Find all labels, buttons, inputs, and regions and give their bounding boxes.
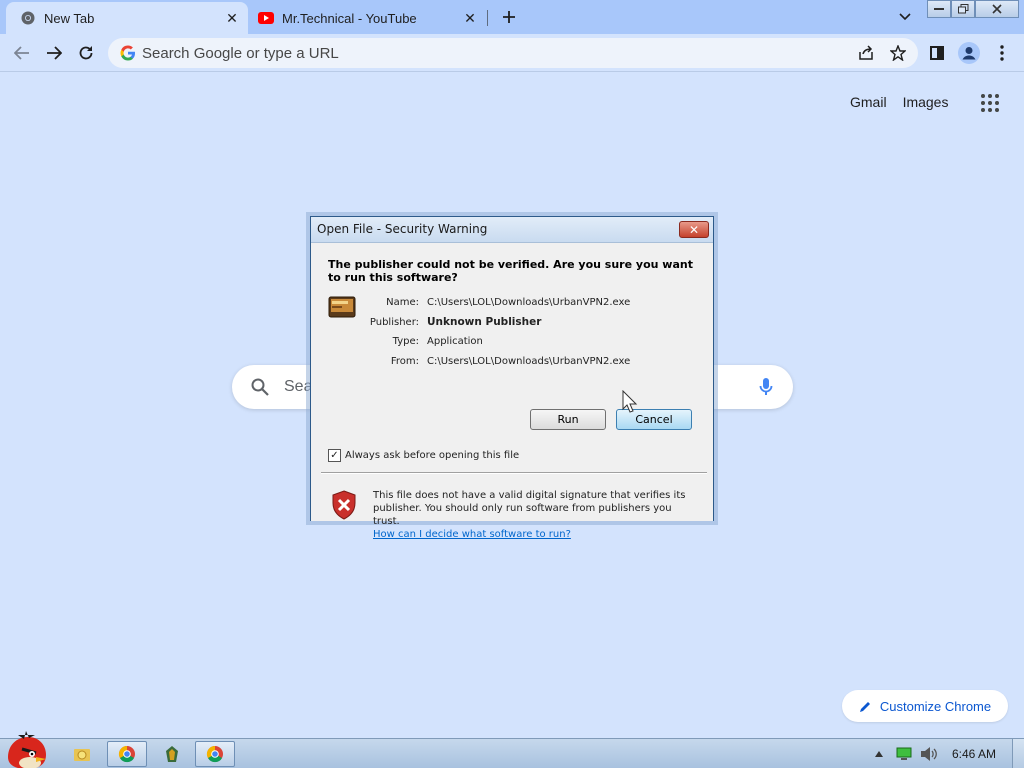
chevron-down-icon bbox=[899, 13, 911, 21]
info-row-type: Type: Application bbox=[361, 332, 630, 352]
window-close-button[interactable] bbox=[975, 0, 1019, 18]
application-icon bbox=[328, 296, 356, 318]
window-controls bbox=[927, 0, 1019, 18]
minimize-button[interactable] bbox=[927, 0, 951, 18]
field-label: Publisher: bbox=[369, 316, 419, 328]
taskbar-chrome-item-2[interactable] bbox=[195, 741, 235, 767]
new-tab-button[interactable] bbox=[497, 5, 521, 29]
help-link[interactable]: How can I decide what software to run? bbox=[373, 529, 571, 540]
dialog-titlebar[interactable]: Open File - Security Warning ✕ bbox=[311, 217, 713, 243]
microphone-icon[interactable] bbox=[759, 377, 773, 397]
tab-strip: New Tab ✕ Mr.Technical - YouTube ✕ bbox=[0, 0, 1024, 34]
show-desktop-button[interactable] bbox=[1012, 739, 1024, 768]
search-icon bbox=[251, 378, 269, 396]
taskbar-chrome-item[interactable] bbox=[107, 741, 147, 767]
google-apps-icon[interactable] bbox=[980, 93, 1000, 113]
pencil-icon bbox=[859, 701, 870, 712]
side-panel-icon bbox=[930, 46, 944, 60]
customize-chrome-button[interactable]: Customize Chrome bbox=[842, 690, 1008, 722]
dialog-title: Open File - Security Warning bbox=[317, 222, 488, 236]
dialog-heading: The publisher could not be verified. Are… bbox=[328, 258, 693, 284]
bookmark-star-icon[interactable] bbox=[890, 45, 906, 61]
taskbar-clock[interactable]: 6:46 AM bbox=[952, 747, 996, 761]
security-warning-dialog: Open File - Security Warning ✕ The publi… bbox=[310, 216, 714, 540]
warning-message: This file does not have a valid digital … bbox=[373, 489, 693, 541]
images-link[interactable]: Images bbox=[903, 94, 949, 110]
folder-icon bbox=[74, 749, 90, 761]
field-value: C:\Users\LOL\Downloads\UrbanVPN2.exe bbox=[427, 297, 631, 309]
taskbar: 6:46 AM bbox=[0, 731, 1024, 768]
tab-youtube[interactable]: Mr.Technical - YouTube ✕ bbox=[250, 2, 486, 34]
youtube-icon bbox=[258, 10, 274, 26]
dialog-close-button[interactable]: ✕ bbox=[679, 221, 709, 238]
show-hidden-icons-icon[interactable] bbox=[874, 750, 884, 758]
close-tab-icon[interactable]: ✕ bbox=[460, 8, 480, 28]
shield-error-icon bbox=[332, 490, 356, 520]
chrome-icon bbox=[118, 745, 135, 763]
file-info: Name: C:\Users\LOL\Downloads\UrbanVPN2.e… bbox=[361, 293, 630, 371]
tab-new-tab[interactable]: New Tab ✕ bbox=[6, 2, 248, 34]
tab-separator bbox=[487, 10, 488, 26]
back-button[interactable] bbox=[9, 40, 35, 66]
field-value: C:\Users\LOL\Downloads\UrbanVPN2.exe bbox=[427, 355, 631, 367]
toolbar bbox=[0, 34, 1024, 72]
dialog-divider bbox=[321, 472, 707, 474]
start-button-angry-bird-icon[interactable] bbox=[0, 729, 52, 768]
back-arrow-icon bbox=[14, 46, 29, 60]
reload-button[interactable] bbox=[73, 40, 99, 66]
forward-button[interactable] bbox=[41, 40, 67, 66]
forward-arrow-icon bbox=[47, 46, 62, 60]
field-label: From: bbox=[390, 355, 419, 367]
mouse-cursor-icon bbox=[622, 390, 638, 413]
top-links: Gmail Images bbox=[850, 94, 948, 110]
taskbar-explorer-item[interactable] bbox=[70, 741, 94, 767]
run-button[interactable]: Run bbox=[530, 409, 606, 430]
system-tray: 6:46 AM bbox=[874, 739, 1024, 768]
plus-icon bbox=[503, 11, 515, 23]
network-icon[interactable] bbox=[896, 747, 912, 761]
volume-icon[interactable] bbox=[920, 746, 938, 762]
tab-title: Mr.Technical - YouTube bbox=[282, 10, 417, 26]
kebab-menu-icon bbox=[1000, 45, 1004, 61]
chrome-icon bbox=[206, 745, 223, 763]
customize-chrome-label: Customize Chrome bbox=[879, 698, 992, 714]
chrome-icon bbox=[20, 10, 36, 26]
tab-search-button[interactable] bbox=[894, 6, 916, 28]
search-placeholder: Sea bbox=[284, 378, 313, 395]
restore-button[interactable] bbox=[951, 0, 975, 18]
menu-button[interactable] bbox=[989, 40, 1015, 66]
share-icon[interactable] bbox=[858, 45, 874, 61]
field-label: Name: bbox=[386, 297, 419, 309]
info-row-name: Name: C:\Users\LOL\Downloads\UrbanVPN2.e… bbox=[361, 293, 630, 313]
close-tab-icon[interactable]: ✕ bbox=[222, 8, 242, 28]
info-row-from: From: C:\Users\LOL\Downloads\UrbanVPN2.e… bbox=[361, 352, 630, 372]
app-icon bbox=[166, 746, 178, 762]
field-value: Application bbox=[427, 336, 483, 348]
omnibox-input[interactable] bbox=[142, 43, 822, 63]
avatar-icon bbox=[958, 42, 980, 64]
reload-icon bbox=[79, 46, 93, 60]
address-bar[interactable] bbox=[108, 38, 918, 68]
google-icon bbox=[120, 45, 135, 61]
always-ask-row[interactable]: ✓ Always ask before opening this file bbox=[328, 449, 519, 462]
tab-title: New Tab bbox=[44, 10, 95, 26]
warning-text: This file does not have a valid digital … bbox=[373, 490, 686, 527]
field-label: Type: bbox=[392, 336, 419, 348]
info-row-publisher: Publisher: Unknown Publisher bbox=[361, 313, 630, 333]
always-ask-checkbox[interactable]: ✓ bbox=[328, 449, 341, 462]
always-ask-label: Always ask before opening this file bbox=[345, 450, 520, 461]
side-panel-button[interactable] bbox=[924, 40, 950, 66]
publisher-link[interactable]: Unknown Publisher bbox=[427, 316, 541, 328]
dialog-body: The publisher could not be verified. Are… bbox=[311, 243, 713, 540]
gmail-link[interactable]: Gmail bbox=[850, 94, 887, 110]
taskbar-app-item[interactable] bbox=[160, 741, 184, 767]
profile-button[interactable] bbox=[956, 40, 982, 66]
